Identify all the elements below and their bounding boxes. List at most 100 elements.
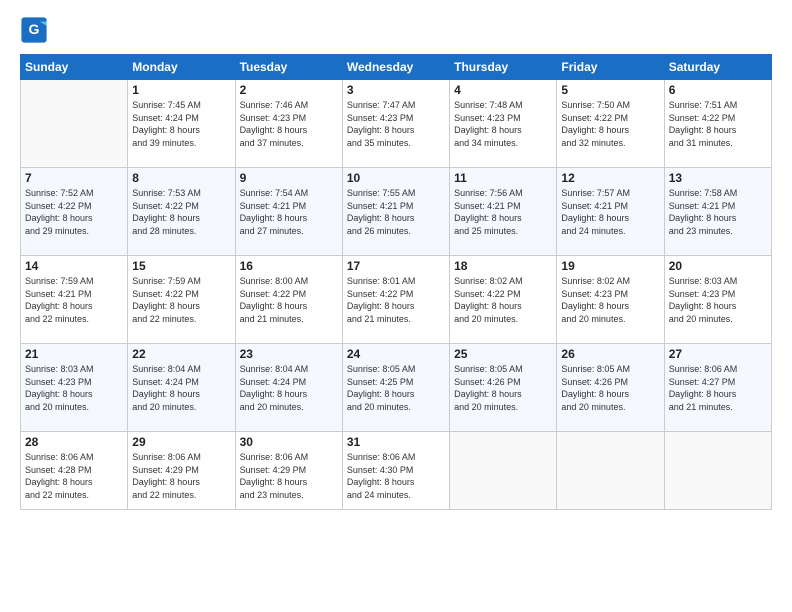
weekday-header-wednesday: Wednesday [342,55,449,80]
day-number: 10 [347,171,445,185]
day-info: Sunrise: 7:50 AM Sunset: 4:22 PM Dayligh… [561,99,659,149]
day-info: Sunrise: 8:02 AM Sunset: 4:22 PM Dayligh… [454,275,552,325]
calendar-cell: 15Sunrise: 7:59 AM Sunset: 4:22 PM Dayli… [128,256,235,344]
day-number: 2 [240,83,338,97]
calendar-cell: 16 Sunrise: 8:00 AM Sunset: 4:22 PM Dayli… [235,256,342,344]
day-info: Sunrise: 7:48 AM Sunset: 4:23 PM Dayligh… [454,99,552,149]
calendar-cell: 19Sunrise: 8:02 AM Sunset: 4:23 PM Dayli… [557,256,664,344]
weekday-header-row: SundayMondayTuesdayWednesdayThursdayFrid… [21,55,772,80]
day-info: Sunrise: 8:06 AM Sunset: 4:30 PM Dayligh… [347,451,445,501]
calendar-week-row: 28Sunrise: 8:06 AM Sunset: 4:28 PM Dayli… [21,432,772,510]
calendar-table: SundayMondayTuesdayWednesdayThursdayFrid… [20,54,772,510]
day-info: Sunrise: 8:02 AM Sunset: 4:23 PM Dayligh… [561,275,659,325]
day-number: 7 [25,171,123,185]
calendar-cell: 1 Sunrise: 7:45 AM Sunset: 4:24 PM Daylig… [128,80,235,168]
calendar-cell: 3 Sunrise: 7:47 AM Sunset: 4:23 PM Daylig… [342,80,449,168]
calendar-cell: 11 Sunrise: 7:56 AM Sunset: 4:21 PM Dayli… [450,168,557,256]
day-number: 8 [132,171,230,185]
calendar-cell: 21 Sunrise: 8:03 AM Sunset: 4:23 PM Dayli… [21,344,128,432]
calendar-cell: 27Sunrise: 8:06 AM Sunset: 4:27 PM Dayli… [664,344,771,432]
calendar-page: G SundayMondayTuesdayWednesdayThursdayFr… [0,0,792,612]
day-number: 11 [454,171,552,185]
calendar-cell: 24 Sunrise: 8:05 AM Sunset: 4:25 PM Dayli… [342,344,449,432]
header: G [20,16,772,44]
calendar-cell: 18 Sunrise: 8:02 AM Sunset: 4:22 PM Dayli… [450,256,557,344]
day-info: Sunrise: 8:05 AM Sunset: 4:26 PM Dayligh… [561,363,659,413]
day-number: 16 [240,259,338,273]
calendar-cell: 7 Sunrise: 7:52 AM Sunset: 4:22 PM Daylig… [21,168,128,256]
day-info: Sunrise: 7:46 AM Sunset: 4:23 PM Dayligh… [240,99,338,149]
day-info: Sunrise: 8:06 AM Sunset: 4:29 PM Dayligh… [240,451,338,501]
calendar-cell: 4Sunrise: 7:48 AM Sunset: 4:23 PM Daylig… [450,80,557,168]
day-number: 31 [347,435,445,449]
day-number: 6 [669,83,767,97]
day-number: 26 [561,347,659,361]
calendar-cell: 22 Sunrise: 8:04 AM Sunset: 4:24 PM Dayli… [128,344,235,432]
day-number: 27 [669,347,767,361]
calendar-cell: 30 Sunrise: 8:06 AM Sunset: 4:29 PM Dayli… [235,432,342,510]
day-number: 9 [240,171,338,185]
weekday-header-sunday: Sunday [21,55,128,80]
day-info: Sunrise: 7:59 AM Sunset: 4:21 PM Dayligh… [25,275,123,325]
day-info: Sunrise: 8:05 AM Sunset: 4:26 PM Dayligh… [454,363,552,413]
day-info: Sunrise: 8:03 AM Sunset: 4:23 PM Dayligh… [669,275,767,325]
day-number: 14 [25,259,123,273]
day-number: 1 [132,83,230,97]
day-number: 21 [25,347,123,361]
day-number: 23 [240,347,338,361]
day-info: Sunrise: 7:57 AM Sunset: 4:21 PM Dayligh… [561,187,659,237]
calendar-cell: 12 Sunrise: 7:57 AM Sunset: 4:21 PM Dayli… [557,168,664,256]
calendar-week-row: 7 Sunrise: 7:52 AM Sunset: 4:22 PM Daylig… [21,168,772,256]
day-info: Sunrise: 7:47 AM Sunset: 4:23 PM Dayligh… [347,99,445,149]
day-number: 18 [454,259,552,273]
day-info: Sunrise: 7:53 AM Sunset: 4:22 PM Dayligh… [132,187,230,237]
day-info: Sunrise: 7:45 AM Sunset: 4:24 PM Dayligh… [132,99,230,149]
day-number: 5 [561,83,659,97]
day-number: 22 [132,347,230,361]
day-info: Sunrise: 8:06 AM Sunset: 4:28 PM Dayligh… [25,451,123,501]
calendar-cell [450,432,557,510]
calendar-week-row: 21 Sunrise: 8:03 AM Sunset: 4:23 PM Dayli… [21,344,772,432]
day-info: Sunrise: 8:03 AM Sunset: 4:23 PM Dayligh… [25,363,123,413]
day-number: 12 [561,171,659,185]
logo: G [20,16,50,44]
day-info: Sunrise: 7:58 AM Sunset: 4:21 PM Dayligh… [669,187,767,237]
svg-text:G: G [29,21,40,37]
day-info: Sunrise: 7:51 AM Sunset: 4:22 PM Dayligh… [669,99,767,149]
calendar-cell: 17 Sunrise: 8:01 AM Sunset: 4:22 PM Dayli… [342,256,449,344]
logo-icon: G [20,16,48,44]
calendar-cell [21,80,128,168]
day-number: 17 [347,259,445,273]
calendar-cell: 13 Sunrise: 7:58 AM Sunset: 4:21 PM Dayli… [664,168,771,256]
calendar-week-row: 14 Sunrise: 7:59 AM Sunset: 4:21 PM Dayli… [21,256,772,344]
day-info: Sunrise: 8:06 AM Sunset: 4:29 PM Dayligh… [132,451,230,501]
day-info: Sunrise: 7:52 AM Sunset: 4:22 PM Dayligh… [25,187,123,237]
day-info: Sunrise: 8:05 AM Sunset: 4:25 PM Dayligh… [347,363,445,413]
day-number: 29 [132,435,230,449]
weekday-header-saturday: Saturday [664,55,771,80]
calendar-cell: 14 Sunrise: 7:59 AM Sunset: 4:21 PM Dayli… [21,256,128,344]
calendar-cell: 26 Sunrise: 8:05 AM Sunset: 4:26 PM Dayli… [557,344,664,432]
day-number: 15 [132,259,230,273]
weekday-header-monday: Monday [128,55,235,80]
day-info: Sunrise: 8:00 AM Sunset: 4:22 PM Dayligh… [240,275,338,325]
calendar-cell: 8 Sunrise: 7:53 AM Sunset: 4:22 PM Daylig… [128,168,235,256]
day-number: 3 [347,83,445,97]
day-number: 25 [454,347,552,361]
day-info: Sunrise: 7:54 AM Sunset: 4:21 PM Dayligh… [240,187,338,237]
calendar-cell: 5 Sunrise: 7:50 AM Sunset: 4:22 PM Daylig… [557,80,664,168]
day-number: 13 [669,171,767,185]
day-info: Sunrise: 8:04 AM Sunset: 4:24 PM Dayligh… [132,363,230,413]
day-info: Sunrise: 7:56 AM Sunset: 4:21 PM Dayligh… [454,187,552,237]
calendar-cell: 10 Sunrise: 7:55 AM Sunset: 4:21 PM Dayli… [342,168,449,256]
day-info: Sunrise: 8:01 AM Sunset: 4:22 PM Dayligh… [347,275,445,325]
calendar-cell: 6 Sunrise: 7:51 AM Sunset: 4:22 PM Daylig… [664,80,771,168]
day-number: 30 [240,435,338,449]
day-number: 24 [347,347,445,361]
calendar-cell: 29 Sunrise: 8:06 AM Sunset: 4:29 PM Dayli… [128,432,235,510]
calendar-cell: 20 Sunrise: 8:03 AM Sunset: 4:23 PM Dayli… [664,256,771,344]
day-number: 20 [669,259,767,273]
weekday-header-friday: Friday [557,55,664,80]
calendar-cell [664,432,771,510]
day-info: Sunrise: 7:55 AM Sunset: 4:21 PM Dayligh… [347,187,445,237]
